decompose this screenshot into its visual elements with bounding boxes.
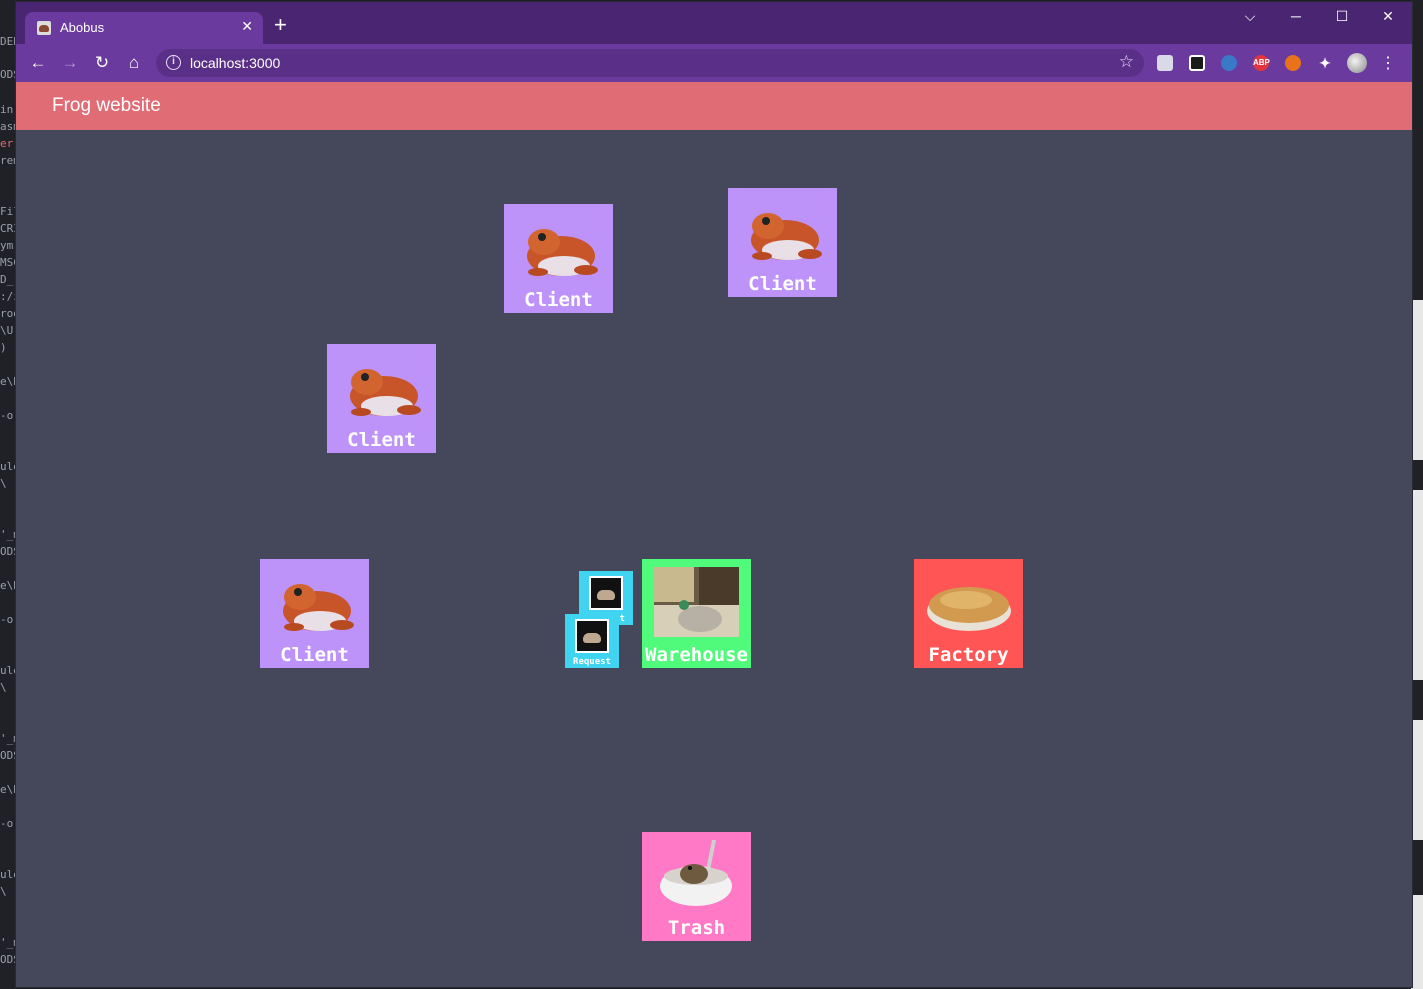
request-label: Request — [573, 657, 611, 667]
client-label: Client — [748, 273, 817, 295]
monitor-icon — [575, 619, 609, 653]
tab-title: Abobus — [60, 20, 105, 35]
qr-extension-icon[interactable] — [1189, 55, 1205, 71]
trash-label: Trash — [667, 917, 726, 939]
factory-label: Factory — [928, 644, 1009, 666]
abp-extension-icon[interactable]: ABP — [1253, 55, 1270, 71]
reload-icon[interactable]: ↻ — [91, 52, 113, 74]
factory-node[interactable]: Factory — [914, 559, 1023, 668]
card-extension-icon[interactable] — [1157, 55, 1173, 71]
trash-node[interactable]: Trash — [642, 832, 751, 941]
warehouse-node[interactable]: Warehouse — [642, 559, 751, 668]
browser-tab[interactable]: Abobus ✕ — [25, 12, 263, 44]
bookmark-star-icon[interactable]: ☆ — [1119, 52, 1134, 72]
client-node[interactable]: Client — [327, 344, 436, 453]
new-tab-button[interactable]: + — [274, 14, 287, 36]
browser-window: Abobus ✕ + ⌵ ─ ☐ ✕ ← → ↻ ⌂ i localhost:3… — [16, 2, 1412, 987]
client-node[interactable]: Client — [504, 204, 613, 313]
background-code-editor: DEB ODS in. asm err rem Fil CRI ym MSC D… — [0, 0, 16, 989]
frog-icon — [350, 369, 421, 416]
client-label: Client — [524, 289, 593, 311]
fox-extension-icon[interactable] — [1285, 55, 1301, 71]
warehouse-label: Warehouse — [645, 644, 748, 666]
tab-search-icon[interactable]: ⌵ — [1238, 8, 1262, 25]
frog-icon — [751, 213, 822, 260]
minimize-button[interactable]: ─ — [1284, 8, 1308, 24]
frog-favicon-icon — [37, 21, 51, 35]
monitor-icon — [589, 576, 623, 610]
client-label: Client — [280, 644, 349, 666]
home-icon[interactable]: ⌂ — [123, 52, 145, 74]
frog-icon — [527, 229, 598, 276]
maximize-button[interactable]: ☐ — [1330, 8, 1354, 25]
tab-close-icon[interactable]: ✕ — [241, 18, 253, 35]
frog-icon — [283, 584, 354, 631]
window-close-button[interactable]: ✕ — [1376, 8, 1400, 25]
page-content: Frog website Client Client Client Client… — [16, 82, 1412, 987]
warehouse-picture-icon — [654, 567, 739, 637]
client-label: Client — [347, 429, 416, 451]
bread-icon — [927, 587, 1011, 631]
background-window-edge — [1411, 0, 1423, 989]
client-node[interactable]: Client — [260, 559, 369, 668]
address-bar[interactable]: i localhost:3000 ☆ — [156, 49, 1144, 77]
back-arrow-icon[interactable]: ← — [27, 52, 49, 74]
puzzle-extensions-icon[interactable]: ✦ — [1317, 55, 1333, 71]
eyes-extension-icon[interactable] — [1221, 55, 1237, 71]
browser-toolbar: ← → ↻ ⌂ i localhost:3000 ☆ ABP ✦ ⋮ — [16, 44, 1412, 82]
app-title: Frog website — [52, 95, 161, 116]
url-text[interactable]: localhost:3000 — [190, 55, 280, 71]
frog-in-bowl-icon — [660, 840, 732, 906]
request-token[interactable]: Request — [565, 614, 619, 668]
site-info-icon[interactable]: i — [166, 55, 181, 70]
menu-dots-icon[interactable]: ⋮ — [1380, 53, 1396, 73]
client-node[interactable]: Client — [728, 188, 837, 297]
title-bar: Abobus ✕ + ⌵ ─ ☐ ✕ — [16, 2, 1412, 44]
app-header: Frog website — [16, 82, 1412, 130]
forward-arrow-icon[interactable]: → — [59, 52, 81, 74]
profile-avatar[interactable] — [1347, 53, 1367, 73]
